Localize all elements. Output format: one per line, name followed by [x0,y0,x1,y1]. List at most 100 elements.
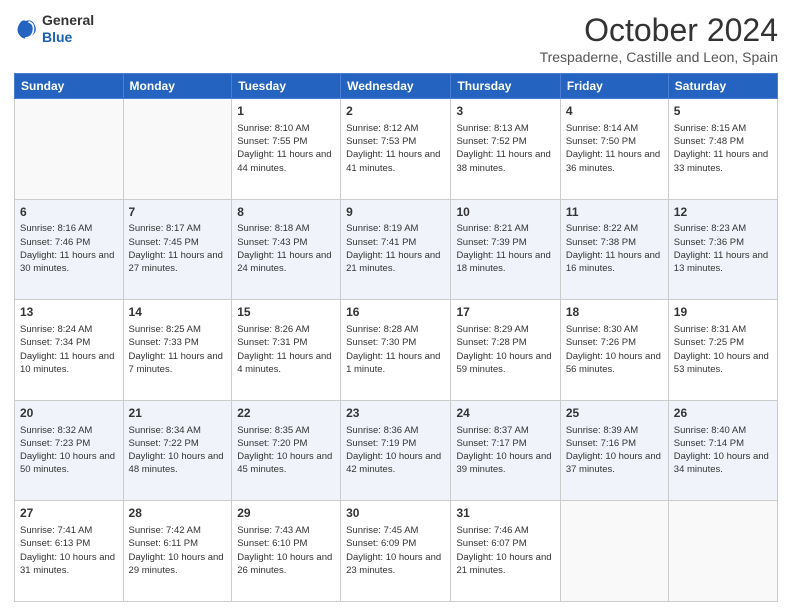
day-number: 4 [566,103,663,120]
day-number: 15 [237,304,335,321]
calendar-cell: 24Sunrise: 8:37 AM Sunset: 7:17 PM Dayli… [451,400,560,501]
calendar-cell: 1 Sunrise: 8:10 AM Sunset: 7:55 PM Daylig… [232,99,341,200]
calendar-table: SundayMondayTuesdayWednesdayThursdayFrid… [14,73,778,602]
day-info: Sunrise: 8:10 AM Sunset: 7:55 PM Dayligh… [237,122,335,175]
calendar-cell: 15 Sunrise: 8:26 AM Sunset: 7:31 PM Dayli… [232,300,341,401]
day-info: Sunrise: 8:40 AM Sunset: 7:14 PM Dayligh… [674,424,772,477]
day-number: 26 [674,405,772,422]
day-info: Sunrise: 7:42 AM Sunset: 6:11 PM Dayligh… [129,524,227,577]
day-info: Sunrise: 7:46 AM Sunset: 6:07 PM Dayligh… [456,524,554,577]
calendar-week-5: 27 Sunrise: 7:41 AM Sunset: 6:13 PM Dayli… [15,501,778,602]
logo: General Blue [14,12,94,46]
logo-blue-text: Blue [42,29,94,46]
day-number: 18 [566,304,663,321]
day-info: Sunrise: 8:18 AM Sunset: 7:43 PM Dayligh… [237,222,335,275]
calendar-cell: 10Sunrise: 8:21 AM Sunset: 7:39 PM Dayli… [451,199,560,300]
calendar-cell: 23Sunrise: 8:36 AM Sunset: 7:19 PM Dayli… [341,400,451,501]
day-info: Sunrise: 8:23 AM Sunset: 7:36 PM Dayligh… [674,222,772,275]
weekday-header-tuesday: Tuesday [232,74,341,99]
calendar-cell: 16 Sunrise: 8:28 AM Sunset: 7:30 PM Dayli… [341,300,451,401]
day-info: Sunrise: 8:24 AM Sunset: 7:34 PM Dayligh… [20,323,118,376]
day-info: Sunrise: 8:25 AM Sunset: 7:33 PM Dayligh… [129,323,227,376]
day-info: Sunrise: 8:21 AM Sunset: 7:39 PM Dayligh… [456,222,554,275]
day-number: 12 [674,204,772,221]
day-info: Sunrise: 8:14 AM Sunset: 7:50 PM Dayligh… [566,122,663,175]
calendar-cell: 3 Sunrise: 8:13 AM Sunset: 7:52 PM Daylig… [451,99,560,200]
calendar-cell: 12Sunrise: 8:23 AM Sunset: 7:36 PM Dayli… [668,199,777,300]
day-number: 9 [346,204,445,221]
calendar-cell [668,501,777,602]
calendar-cell: 17 Sunrise: 8:29 AM Sunset: 7:28 PM Dayli… [451,300,560,401]
day-info: Sunrise: 8:16 AM Sunset: 7:46 PM Dayligh… [20,222,118,275]
day-info: Sunrise: 8:28 AM Sunset: 7:30 PM Dayligh… [346,323,445,376]
calendar-cell [560,501,668,602]
day-number: 5 [674,103,772,120]
day-number: 17 [456,304,554,321]
day-info: Sunrise: 8:32 AM Sunset: 7:23 PM Dayligh… [20,424,118,477]
calendar-week-3: 13 Sunrise: 8:24 AM Sunset: 7:34 PM Dayli… [15,300,778,401]
calendar-cell: 29Sunrise: 7:43 AM Sunset: 6:10 PM Dayli… [232,501,341,602]
day-info: Sunrise: 8:17 AM Sunset: 7:45 PM Dayligh… [129,222,227,275]
day-number: 11 [566,204,663,221]
day-info: Sunrise: 8:36 AM Sunset: 7:19 PM Dayligh… [346,424,445,477]
day-number: 24 [456,405,554,422]
calendar-cell: 31 Sunrise: 7:46 AM Sunset: 6:07 PM Dayli… [451,501,560,602]
day-number: 31 [456,505,554,522]
day-number: 25 [566,405,663,422]
day-number: 14 [129,304,227,321]
calendar-cell: 4 Sunrise: 8:14 AM Sunset: 7:50 PM Daylig… [560,99,668,200]
day-info: Sunrise: 8:26 AM Sunset: 7:31 PM Dayligh… [237,323,335,376]
calendar-cell: 20Sunrise: 8:32 AM Sunset: 7:23 PM Dayli… [15,400,124,501]
day-number: 19 [674,304,772,321]
weekday-header-row: SundayMondayTuesdayWednesdayThursdayFrid… [15,74,778,99]
day-number: 22 [237,405,335,422]
day-number: 13 [20,304,118,321]
day-number: 21 [129,405,227,422]
day-number: 8 [237,204,335,221]
logo-general-text: General [42,12,94,29]
location-subtitle: Trespaderne, Castille and Leon, Spain [540,49,778,65]
weekday-header-friday: Friday [560,74,668,99]
day-info: Sunrise: 7:41 AM Sunset: 6:13 PM Dayligh… [20,524,118,577]
weekday-header-wednesday: Wednesday [341,74,451,99]
day-info: Sunrise: 7:45 AM Sunset: 6:09 PM Dayligh… [346,524,445,577]
day-info: Sunrise: 8:22 AM Sunset: 7:38 PM Dayligh… [566,222,663,275]
calendar-cell: 11Sunrise: 8:22 AM Sunset: 7:38 PM Dayli… [560,199,668,300]
calendar-cell: 25 Sunrise: 8:39 AM Sunset: 7:16 PM Dayli… [560,400,668,501]
day-info: Sunrise: 8:31 AM Sunset: 7:25 PM Dayligh… [674,323,772,376]
calendar-cell: 22 Sunrise: 8:35 AM Sunset: 7:20 PM Dayli… [232,400,341,501]
calendar-cell: 13 Sunrise: 8:24 AM Sunset: 7:34 PM Dayli… [15,300,124,401]
weekday-header-monday: Monday [123,74,232,99]
calendar-cell: 2Sunrise: 8:12 AM Sunset: 7:53 PM Daylig… [341,99,451,200]
day-number: 3 [456,103,554,120]
calendar-week-4: 20Sunrise: 8:32 AM Sunset: 7:23 PM Dayli… [15,400,778,501]
logo-icon [14,17,38,41]
day-number: 1 [237,103,335,120]
day-number: 29 [237,505,335,522]
calendar-cell: 18 Sunrise: 8:30 AM Sunset: 7:26 PM Dayli… [560,300,668,401]
weekday-header-thursday: Thursday [451,74,560,99]
day-number: 10 [456,204,554,221]
day-number: 28 [129,505,227,522]
day-info: Sunrise: 8:39 AM Sunset: 7:16 PM Dayligh… [566,424,663,477]
month-title: October 2024 [540,12,778,49]
calendar-cell [15,99,124,200]
day-info: Sunrise: 8:34 AM Sunset: 7:22 PM Dayligh… [129,424,227,477]
day-info: Sunrise: 8:35 AM Sunset: 7:20 PM Dayligh… [237,424,335,477]
day-info: Sunrise: 8:12 AM Sunset: 7:53 PM Dayligh… [346,122,445,175]
day-info: Sunrise: 8:29 AM Sunset: 7:28 PM Dayligh… [456,323,554,376]
calendar-cell: 30Sunrise: 7:45 AM Sunset: 6:09 PM Dayli… [341,501,451,602]
calendar-cell: 5Sunrise: 8:15 AM Sunset: 7:48 PM Daylig… [668,99,777,200]
calendar-body: 1 Sunrise: 8:10 AM Sunset: 7:55 PM Daylig… [15,99,778,602]
day-number: 16 [346,304,445,321]
calendar-cell: 14 Sunrise: 8:25 AM Sunset: 7:33 PM Dayli… [123,300,232,401]
weekday-header-saturday: Saturday [668,74,777,99]
day-number: 6 [20,204,118,221]
weekday-header-sunday: Sunday [15,74,124,99]
calendar-cell: 9Sunrise: 8:19 AM Sunset: 7:41 PM Daylig… [341,199,451,300]
day-info: Sunrise: 8:30 AM Sunset: 7:26 PM Dayligh… [566,323,663,376]
day-info: Sunrise: 8:13 AM Sunset: 7:52 PM Dayligh… [456,122,554,175]
day-number: 27 [20,505,118,522]
calendar-cell: 19 Sunrise: 8:31 AM Sunset: 7:25 PM Dayli… [668,300,777,401]
calendar-cell: 6Sunrise: 8:16 AM Sunset: 7:46 PM Daylig… [15,199,124,300]
